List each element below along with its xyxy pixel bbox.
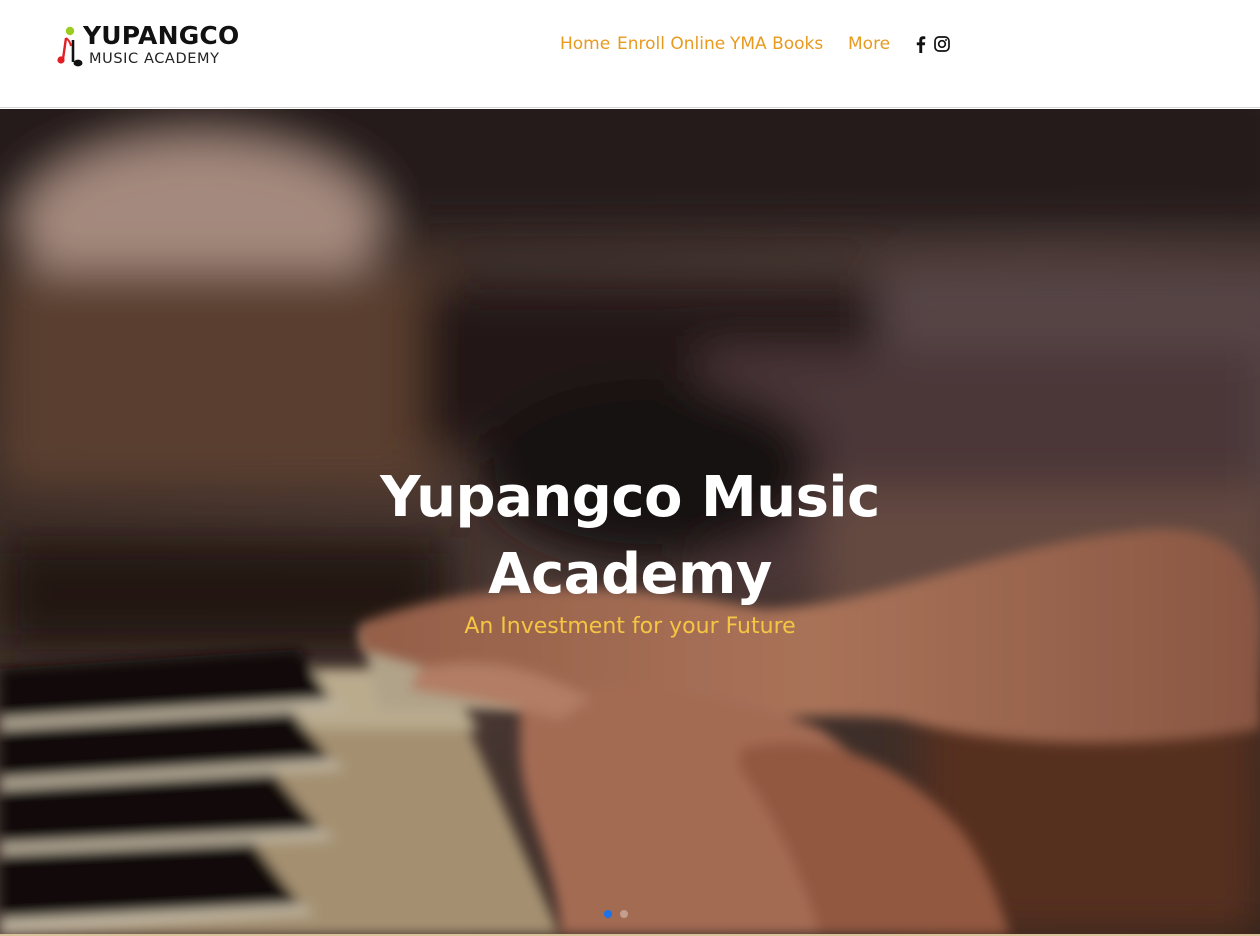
nav-enroll-online[interactable]: Enroll Online [617, 33, 725, 55]
hero-slideshow: Yupangco Music Academy An Investment for… [0, 109, 1260, 934]
slideshow-dots [600, 910, 640, 920]
nav-home[interactable]: Home [560, 33, 610, 55]
hero-subtitle: An Investment for your Future [464, 614, 796, 639]
instagram-icon [934, 36, 950, 52]
hero-title: Yupangco Music Academy [380, 465, 880, 607]
facebook-icon [916, 36, 926, 53]
logo-title: YUPANGCO [83, 21, 240, 50]
nav-yma-books[interactable]: YMA Books [730, 33, 823, 55]
music-note-logo-icon [57, 26, 83, 67]
site-header: YUPANGCO MUSIC ACADEMY Home Enroll Onlin… [0, 0, 1260, 108]
site-logo[interactable]: YUPANGCO MUSIC ACADEMY [56, 22, 256, 70]
nav-more[interactable]: More [848, 33, 890, 55]
instagram-link[interactable] [933, 34, 951, 54]
social-links [912, 34, 952, 54]
slide-dot-2[interactable] [620, 910, 628, 918]
logo-subtitle: MUSIC ACADEMY [89, 51, 220, 67]
facebook-link[interactable] [912, 34, 930, 54]
slide-dot-1[interactable] [604, 910, 612, 918]
